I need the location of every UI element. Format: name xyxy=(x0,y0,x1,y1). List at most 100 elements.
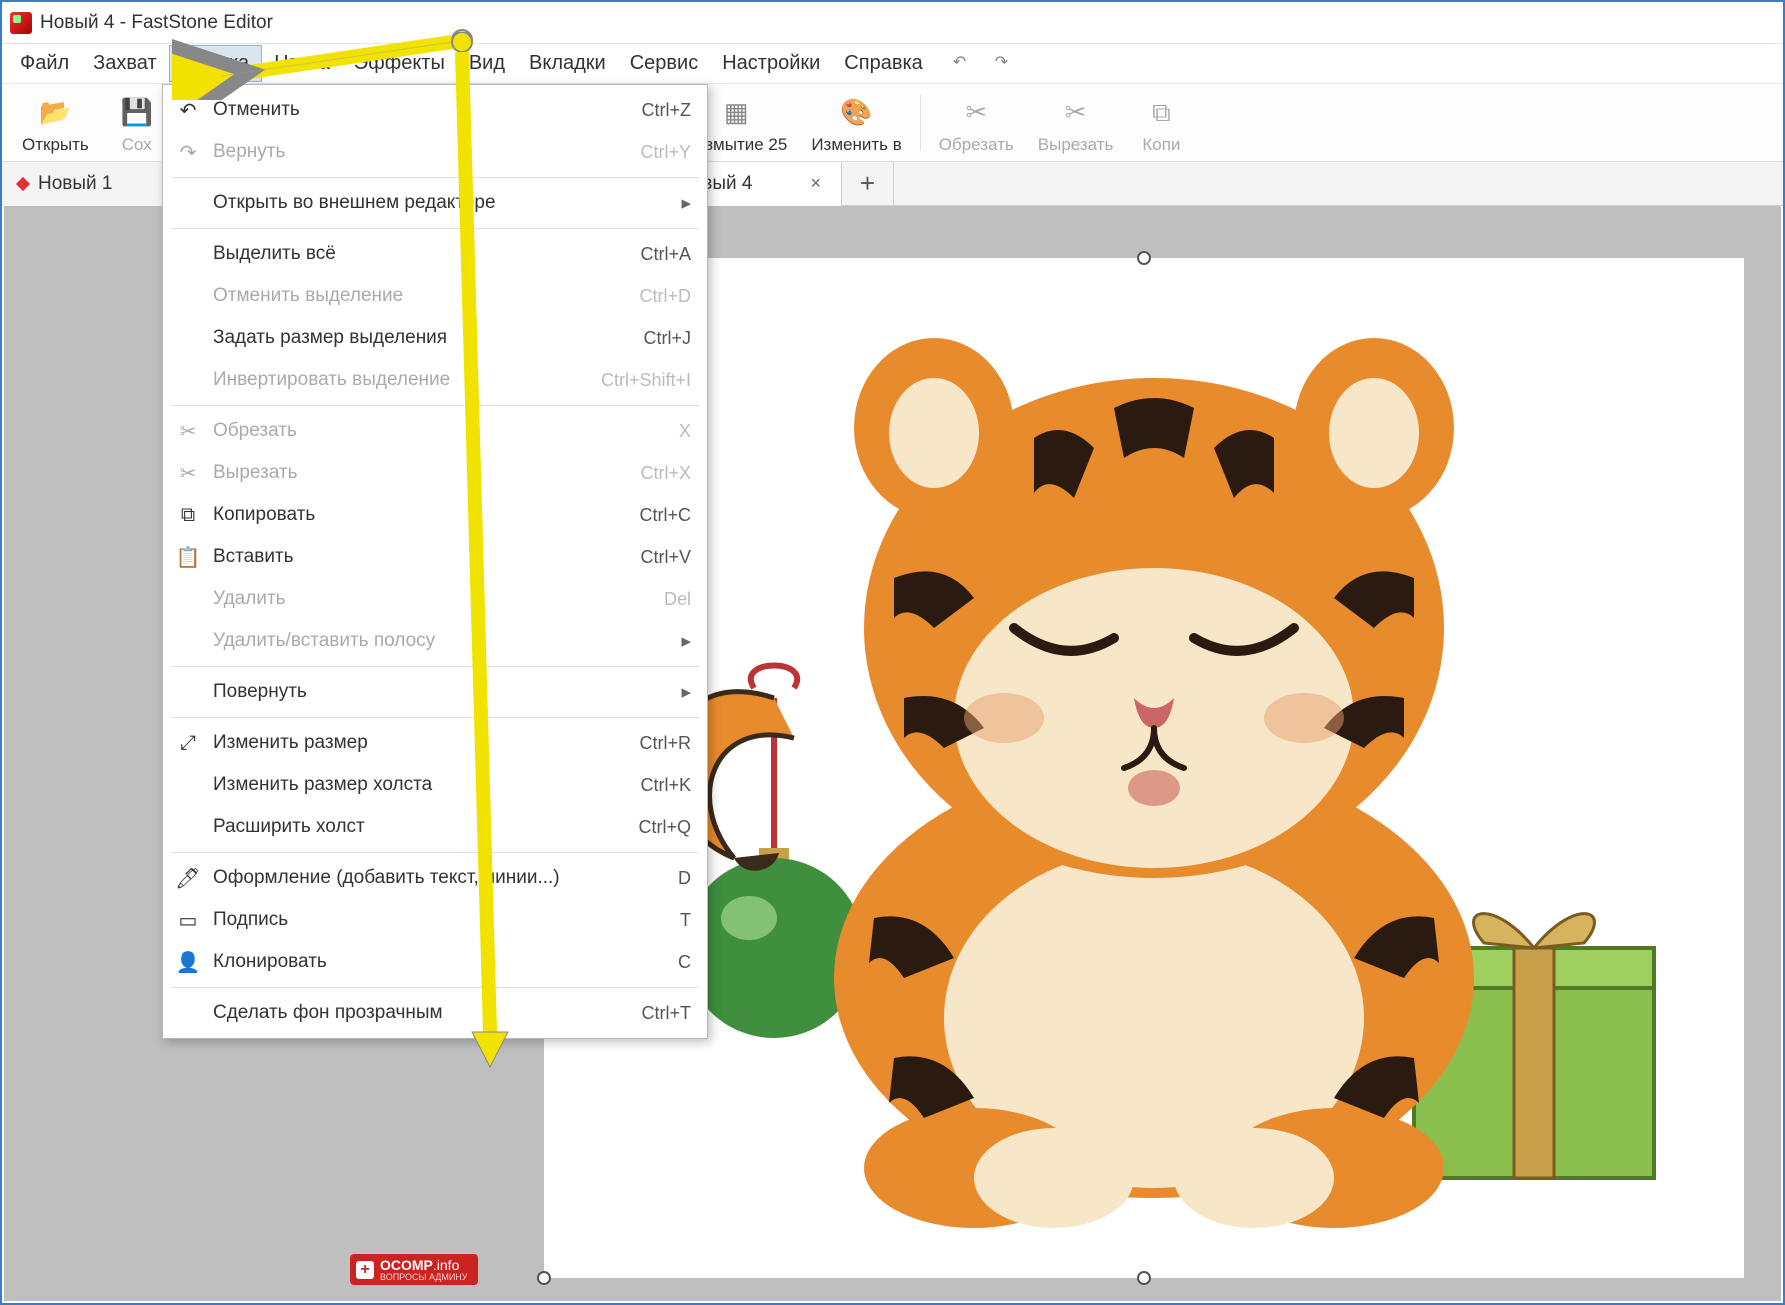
shortcut-label: Ctrl+J xyxy=(643,328,691,349)
copy-icon: ⧉ xyxy=(1143,95,1179,131)
tool-palette[interactable]: 🎨 Изменить в xyxy=(801,87,911,159)
menu-item-label: Выделить всё xyxy=(213,243,336,265)
menu-item-label: Вырезать xyxy=(213,462,298,484)
menu-item[interactable]: ⤢ Изменить размер Ctrl+R xyxy=(163,722,707,764)
cut-icon: ✂ xyxy=(175,460,201,486)
separator xyxy=(171,228,699,229)
watermark: + OCOMP.info ВОПРОСЫ АДМИНУ xyxy=(350,1254,478,1285)
undo-icon[interactable]: ↶ xyxy=(953,52,977,76)
menu-item[interactable]: 👤 Клонировать C xyxy=(163,941,707,983)
separator xyxy=(171,177,699,178)
separator xyxy=(171,852,699,853)
menu-item[interactable]: Открыть во внешнем редакторе ▸ xyxy=(163,182,707,224)
menu-справка[interactable]: Справка xyxy=(832,46,934,81)
menu-item[interactable]: ▭ Подпись T xyxy=(163,899,707,941)
submenu-arrow-icon: ▸ xyxy=(681,192,691,215)
menu-item-label: Вернуть xyxy=(213,141,285,163)
menu-item-label: Изменить размер xyxy=(213,732,368,754)
clone-icon: 👤 xyxy=(175,949,201,975)
menu-item[interactable]: Расширить холстCtrl+Q xyxy=(163,806,707,848)
menu-item[interactable]: Задать размер выделения Ctrl+J xyxy=(163,317,707,359)
menu-сервис[interactable]: Сервис xyxy=(618,46,711,81)
menu-вид[interactable]: Вид xyxy=(457,46,517,81)
shortcut-label: C xyxy=(678,952,691,973)
tool-label: Открыть xyxy=(22,135,89,155)
menubar: ФайлЗахватПравкаЦветаЭффектыВидВкладкиСе… xyxy=(2,44,1783,84)
plus-icon: + xyxy=(356,1261,374,1279)
close-icon[interactable]: × xyxy=(806,173,825,194)
menu-item[interactable]: Сделать фон прозрачным Ctrl+T xyxy=(163,992,707,1034)
menu-item: ↷ВернутьCtrl+Y xyxy=(163,131,707,173)
palette-icon: 🎨 xyxy=(839,95,875,131)
shortcut-label: Ctrl+T xyxy=(642,1003,692,1024)
tool-label: Обрезать xyxy=(939,135,1014,155)
menu-item-label: Расширить холст xyxy=(213,816,365,838)
menu-item: Удалить/вставить полосу▸ xyxy=(163,620,707,662)
menu-item-label: Задать размер выделения xyxy=(213,327,447,349)
menu-item-label: Открыть во внешнем редакторе xyxy=(213,192,496,214)
resize-handle[interactable] xyxy=(1137,1271,1151,1285)
edit-menu-dropdown: ↶ОтменитьCtrl+Z↷ВернутьCtrl+YОткрыть во … xyxy=(162,84,708,1039)
menu-item-label: Удалить xyxy=(213,588,286,610)
paste-icon: 📋 xyxy=(175,544,201,570)
app-icon xyxy=(10,12,32,34)
tool-folder-open[interactable]: 📂Открыть xyxy=(12,87,99,159)
watermark-brand: OCOMP xyxy=(380,1257,433,1273)
menu-правка[interactable]: Правка xyxy=(169,45,263,82)
resize-icon: ⤢ xyxy=(175,730,201,756)
crop-icon: ✂ xyxy=(958,95,994,131)
menu-захват[interactable]: Захват xyxy=(81,46,168,81)
menu-item[interactable]: 📋ВставитьCtrl+V xyxy=(163,536,707,578)
save-icon: 💾 xyxy=(119,95,155,131)
add-tab-button[interactable]: + xyxy=(842,162,894,206)
shortcut-label: Ctrl+R xyxy=(639,733,691,754)
resize-handle[interactable] xyxy=(1137,251,1151,265)
menu-item[interactable]: ⧉ Копировать Ctrl+C xyxy=(163,494,707,536)
menu-цвета[interactable]: Цвета xyxy=(262,46,342,81)
menu-item[interactable]: 🖊Оформление (добавить текст, линии...)D xyxy=(163,857,707,899)
menu-item: Удалить Del xyxy=(163,578,707,620)
menu-item-label: Подпись xyxy=(213,909,288,931)
shortcut-label: T xyxy=(680,910,691,931)
tool-crop: ✂ Обрезать xyxy=(929,87,1024,159)
cut-icon: ✂ xyxy=(1058,95,1094,131)
menu-item-label: Обрезать xyxy=(213,420,297,442)
modified-indicator-icon xyxy=(16,176,30,190)
shortcut-label: Ctrl+D xyxy=(639,286,691,307)
menu-item-label: Вставить xyxy=(213,546,294,568)
menu-item[interactable]: Выделить всё Ctrl+A xyxy=(163,233,707,275)
copy-icon: ⧉ xyxy=(175,502,201,528)
tool-save: 💾Сох xyxy=(103,87,171,159)
menu-item[interactable]: ↶ОтменитьCtrl+Z xyxy=(163,89,707,131)
resize-handle[interactable] xyxy=(537,1271,551,1285)
menu-item-label: Отменить выделение xyxy=(213,285,403,307)
menu-item[interactable]: Повернуть▸ xyxy=(163,671,707,713)
shortcut-label: Ctrl+Z xyxy=(642,100,692,121)
tool-cut: ✂ Вырезать xyxy=(1028,87,1124,159)
redo-icon[interactable]: ↷ xyxy=(995,52,1019,76)
menu-файл[interactable]: Файл xyxy=(8,46,81,81)
caption-icon: ▭ xyxy=(175,907,201,933)
tool-label: Вырезать xyxy=(1038,135,1114,155)
menu-item-label: Отменить xyxy=(213,99,300,121)
shortcut-label: Ctrl+A xyxy=(640,244,691,265)
menu-item-label: Сделать фон прозрачным xyxy=(213,1002,443,1024)
titlebar: Новый 4 - FastStone Editor xyxy=(2,2,1783,44)
tool-label: Копи xyxy=(1142,135,1180,155)
menu-вкладки[interactable]: Вкладки xyxy=(517,46,618,81)
menu-эффекты[interactable]: Эффекты xyxy=(342,46,457,81)
tool-label: Изменить в xyxy=(811,135,901,155)
menu-item: ✂ОбрезатьX xyxy=(163,410,707,452)
shortcut-label: Ctrl+C xyxy=(639,505,691,526)
menu-item[interactable]: Изменить размер холстаCtrl+K xyxy=(163,764,707,806)
menu-item-label: Копировать xyxy=(213,504,315,526)
shortcut-label: Del xyxy=(664,589,691,610)
menu-настройки[interactable]: Настройки xyxy=(710,46,832,81)
watermark-tld: .info xyxy=(433,1257,459,1273)
menu-item-label: Изменить размер холста xyxy=(213,774,432,796)
submenu-arrow-icon: ▸ xyxy=(681,681,691,704)
separator xyxy=(171,405,699,406)
canvas[interactable] xyxy=(544,258,1744,1278)
menu-item-label: Клонировать xyxy=(213,951,327,973)
menu-item: Инвертировать выделениеCtrl+Shift+I xyxy=(163,359,707,401)
